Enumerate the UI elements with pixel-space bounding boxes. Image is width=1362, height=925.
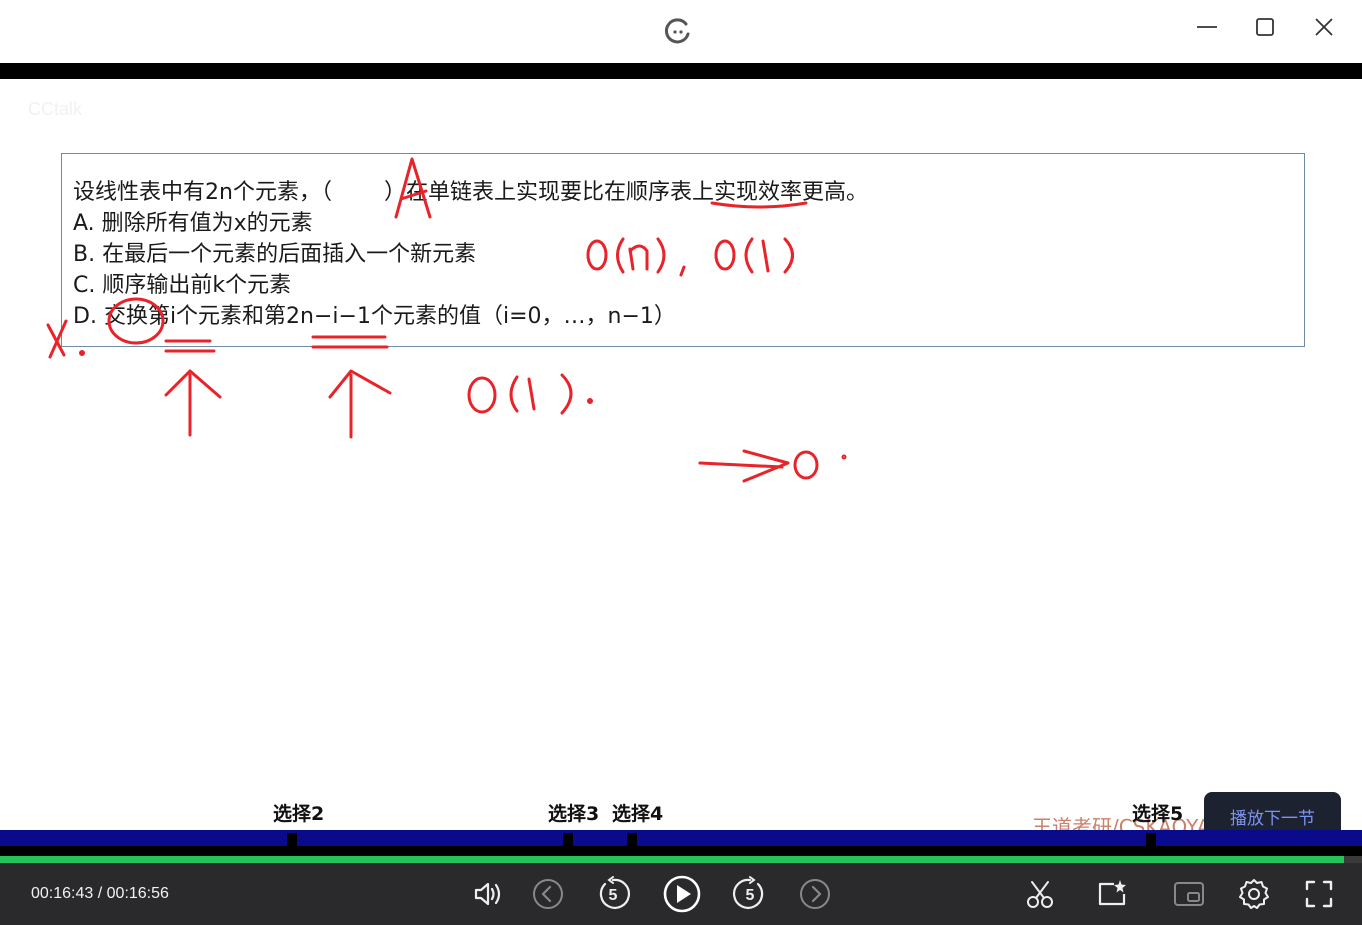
question-stem: 设线性表中有2n个元素，（ ）在单链表上实现要比在顺序表上实现效率更高。 bbox=[73, 174, 868, 206]
cctalk-watermark: CCtalk bbox=[28, 99, 83, 119]
volume-icon[interactable] bbox=[470, 876, 506, 912]
progress-bar[interactable] bbox=[0, 856, 1362, 863]
option-d: D. 交换第i个元素和第2n−i−1个元素的值（i=0，…，n−1） bbox=[73, 298, 676, 330]
option-a-text: 删除所有值为x的元素 bbox=[101, 211, 313, 236]
share-icon[interactable] bbox=[1094, 876, 1130, 912]
time-display: 00:16:43 / 00:16:56 bbox=[31, 885, 169, 903]
option-b: B. 在最后一个元素的后面插入一个新元素 bbox=[73, 236, 476, 268]
chapter-label-4[interactable]: 选择4 bbox=[612, 799, 663, 826]
svg-text:5: 5 bbox=[746, 887, 755, 904]
option-d-letter: D. bbox=[73, 304, 97, 329]
video-top-border bbox=[0, 63, 1362, 79]
option-a: A. 删除所有值为x的元素 bbox=[73, 205, 313, 237]
rewind-5s-icon[interactable]: 5 bbox=[595, 876, 631, 912]
chapter-marker[interactable] bbox=[563, 833, 573, 846]
option-b-letter: B. bbox=[73, 242, 96, 267]
time-separator: / bbox=[97, 885, 103, 902]
question-slide: 设线性表中有2n个元素，（ ）在单链表上实现要比在顺序表上实现效率更高。 A. 删… bbox=[61, 153, 1305, 347]
total-time: 00:16:56 bbox=[106, 885, 169, 902]
current-time: 00:16:43 bbox=[31, 885, 94, 902]
handwritten-arrow bbox=[698, 449, 847, 483]
previous-icon[interactable] bbox=[530, 876, 566, 912]
option-c-text: 顺序输出前k个元素 bbox=[102, 273, 292, 298]
chapter-label-2[interactable]: 选择2 bbox=[273, 799, 324, 826]
chapter-track bbox=[0, 830, 1362, 846]
fullscreen-icon[interactable] bbox=[1301, 876, 1337, 912]
play-icon[interactable] bbox=[662, 874, 702, 914]
option-c: C. 顺序输出前k个元素 bbox=[73, 267, 291, 299]
track-gap bbox=[0, 846, 1362, 856]
svg-text:5: 5 bbox=[609, 887, 618, 904]
chapter-label-3[interactable]: 选择3 bbox=[548, 799, 599, 826]
option-b-text: 在最后一个元素的后面插入一个新元素 bbox=[102, 242, 477, 267]
minimize-icon[interactable] bbox=[1194, 14, 1220, 40]
option-a-letter: A. bbox=[73, 211, 95, 236]
handwritten-d-complexity bbox=[467, 373, 593, 415]
chapter-marker[interactable] bbox=[627, 833, 637, 846]
option-c-letter: C. bbox=[73, 273, 96, 298]
clip-icon[interactable] bbox=[1022, 876, 1058, 912]
chapter-marker[interactable] bbox=[1146, 833, 1156, 846]
next-icon[interactable] bbox=[797, 876, 833, 912]
option-d-text: 交换第i个元素和第2n−i−1个元素的值（i=0，…，n−1） bbox=[103, 304, 676, 329]
chapter-label-5[interactable]: 选择5 bbox=[1132, 799, 1183, 826]
question-stem-after: ）在单链表上实现要比在顺序表上实现效率更高。 bbox=[383, 180, 868, 205]
maximize-icon[interactable] bbox=[1252, 14, 1278, 40]
settings-icon[interactable] bbox=[1236, 876, 1272, 912]
progress-fill bbox=[0, 856, 1345, 863]
cctalk-logo-icon bbox=[664, 18, 690, 44]
video-area[interactable]: CCtalk 设线性表中有2n个元素，（ ）在单链表上实现要比在顺序表上实现效率更… bbox=[0, 79, 1362, 859]
picture-in-picture-icon[interactable] bbox=[1171, 876, 1207, 912]
close-icon[interactable] bbox=[1311, 14, 1337, 40]
player-controls: 00:16:43 / 00:16:56 5 5 bbox=[0, 863, 1362, 925]
forward-5s-icon[interactable]: 5 bbox=[732, 876, 768, 912]
question-stem-before: 设线性表中有2n个元素，（ bbox=[73, 180, 332, 205]
chapter-marker[interactable] bbox=[287, 833, 297, 846]
title-bar bbox=[0, 0, 1362, 63]
